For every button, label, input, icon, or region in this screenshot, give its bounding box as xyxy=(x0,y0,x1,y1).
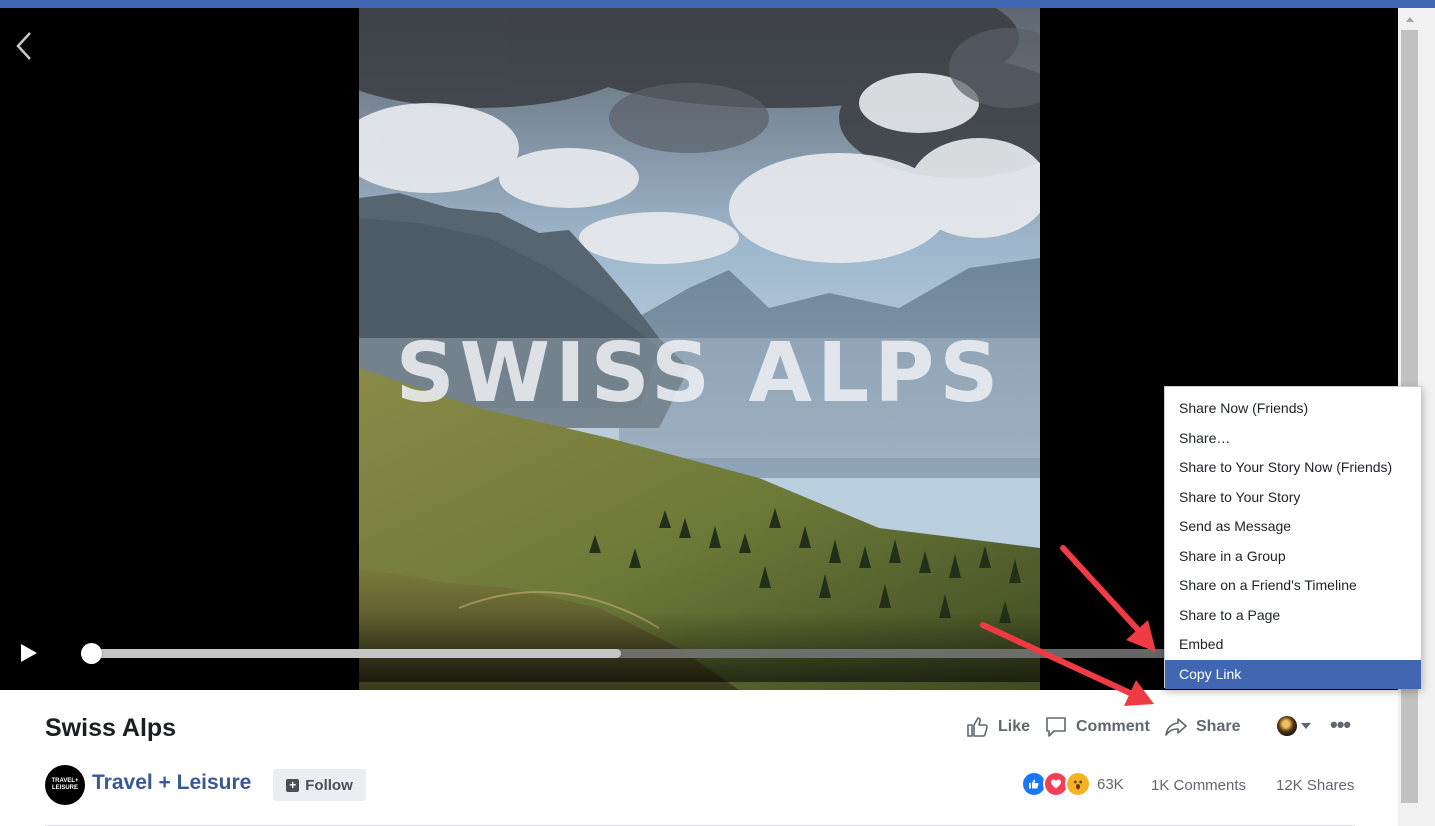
comment-bubble-icon xyxy=(1046,717,1066,737)
page-name-link[interactable]: Travel + Leisure xyxy=(92,771,251,795)
page-logo-avatar[interactable]: TRAVEL+ LEISURE xyxy=(45,765,85,805)
share-button[interactable]: Share xyxy=(1164,714,1240,740)
menu-item-share-on-friends-timeline[interactable]: Share on a Friend's Timeline xyxy=(1165,571,1421,601)
menu-item-share-now-friends[interactable]: Share Now (Friends) xyxy=(1165,394,1421,424)
comment-label: Comment xyxy=(1076,718,1150,735)
comments-count-link[interactable]: 1K Comments xyxy=(1151,777,1246,794)
video-title: Swiss Alps xyxy=(45,714,177,742)
wow-reaction-icon xyxy=(1065,771,1091,797)
like-label: Like xyxy=(998,718,1031,735)
shares-count-link[interactable]: 12K Shares xyxy=(1276,777,1354,794)
thumbs-up-icon xyxy=(967,717,988,737)
menu-item-share-to-page[interactable]: Share to a Page xyxy=(1165,601,1421,631)
caret-down-icon xyxy=(1301,723,1311,729)
menu-item-copy-link[interactable]: Copy Link xyxy=(1165,659,1421,689)
plus-icon: + xyxy=(286,778,300,792)
reactions-summary[interactable]: 63K xyxy=(1021,771,1124,797)
menu-item-embed[interactable]: Embed xyxy=(1165,630,1421,660)
share-arrow-icon xyxy=(1165,718,1187,736)
menu-item-share-in-group[interactable]: Share in a Group xyxy=(1165,542,1421,572)
back-arrow-icon[interactable] xyxy=(10,26,38,66)
scroll-up-arrow-icon[interactable] xyxy=(1403,13,1417,27)
browser-top-bar xyxy=(0,0,1435,8)
user-avatar xyxy=(1277,716,1297,736)
follow-label: Follow xyxy=(305,776,353,794)
menu-item-share-to-story-now[interactable]: Share to Your Story Now (Friends) xyxy=(1165,453,1421,483)
progress-scrubber-handle[interactable] xyxy=(81,643,102,664)
video-overlay-title: SWISS ALPS xyxy=(395,326,1004,421)
more-options-icon[interactable]: ••• xyxy=(1330,712,1351,738)
menu-item-share[interactable]: Share… xyxy=(1165,424,1421,454)
reactions-count: 63K xyxy=(1097,775,1124,793)
progress-buffered xyxy=(92,649,622,658)
menu-item-share-to-story[interactable]: Share to Your Story xyxy=(1165,483,1421,513)
like-button[interactable]: Like xyxy=(966,714,1030,740)
play-icon[interactable] xyxy=(16,641,40,665)
menu-item-send-as-message[interactable]: Send as Message xyxy=(1165,512,1421,542)
post-as-selector[interactable] xyxy=(1277,716,1311,736)
page-logo-text: TRAVEL+ LEISURE xyxy=(51,778,79,791)
share-menu: Share Now (Friends) Share… Share to Your… xyxy=(1164,386,1422,689)
share-label: Share xyxy=(1196,718,1241,735)
follow-button[interactable]: + Follow xyxy=(273,769,366,801)
comment-button[interactable]: Comment xyxy=(1044,714,1150,740)
video-frame[interactable]: SWISS ALPS xyxy=(359,8,1040,690)
